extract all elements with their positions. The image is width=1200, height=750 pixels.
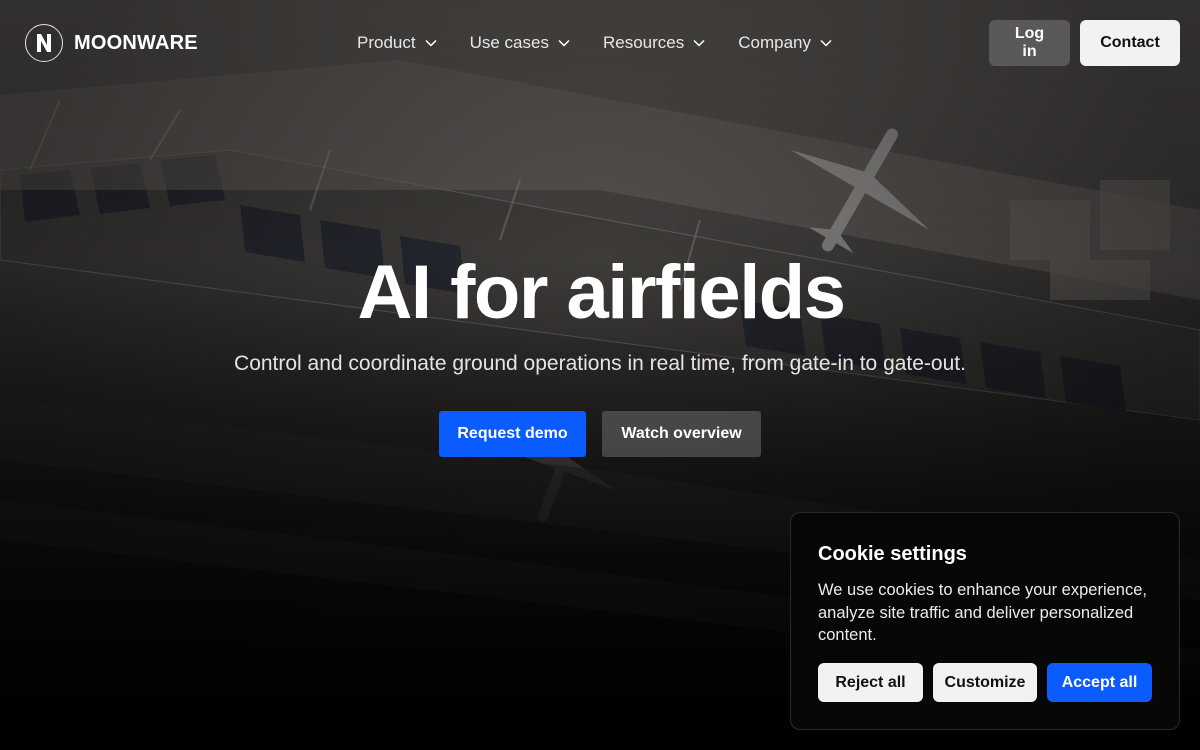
nav-item-label: Company: [738, 33, 811, 52]
brand-logo[interactable]: MOONWARE: [25, 24, 198, 62]
hero-title: AI for airfields: [357, 250, 847, 335]
cookie-settings-panel: Cookie settings We use cookies to enhanc…: [790, 512, 1180, 730]
nav-item-label: Use cases: [469, 33, 549, 52]
brand-name: MOONWARE: [74, 31, 198, 54]
contact-button[interactable]: Contact: [1080, 20, 1180, 66]
nav-item-product[interactable]: Product: [357, 31, 437, 55]
customize-button[interactable]: Customize: [933, 663, 1037, 702]
cookie-actions: Reject all Customize Accept all: [818, 663, 1152, 702]
nav-item-label: Product: [357, 33, 416, 52]
cookie-description: We use cookies to enhance your experienc…: [818, 581, 1147, 644]
chevron-down-icon: [820, 39, 832, 47]
request-demo-button[interactable]: Request demo: [439, 411, 586, 457]
watch-overview-button[interactable]: Watch overview: [602, 411, 761, 457]
chevron-down-icon: [425, 39, 437, 47]
hero-subtitle: Control and coordinate ground operations…: [234, 352, 966, 375]
chevron-down-icon: [558, 39, 570, 47]
cookie-title: Cookie settings: [818, 543, 967, 565]
nav-item-use-cases[interactable]: Use cases: [470, 31, 570, 55]
moonware-logo-icon: [25, 24, 63, 62]
header-actions: Log in Contact: [989, 20, 1180, 66]
main-nav: Product Use cases Resources Company: [357, 31, 865, 55]
nav-item-label: Resources: [602, 33, 685, 52]
site-header: MOONWARE Product Use cases Resources Com…: [0, 0, 1200, 86]
login-button[interactable]: Log in: [989, 20, 1070, 66]
chevron-down-icon: [693, 39, 705, 47]
nav-item-company[interactable]: Company: [738, 31, 832, 55]
accept-all-button[interactable]: Accept all: [1047, 663, 1152, 702]
hero-cta-group: Request demo Watch overview: [439, 411, 761, 457]
reject-all-button[interactable]: Reject all: [818, 663, 923, 702]
hero-section: AI for airfields Control and coordinate …: [0, 248, 1200, 457]
nav-item-resources[interactable]: Resources: [603, 31, 705, 55]
